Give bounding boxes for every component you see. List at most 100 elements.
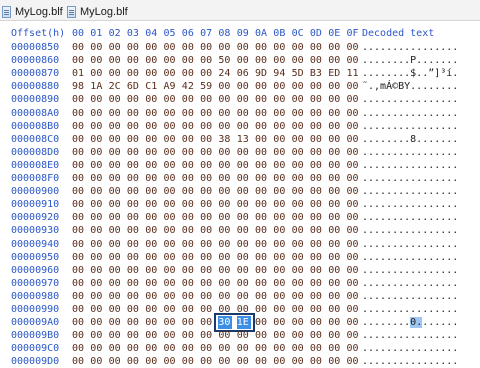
hex-byte[interactable]: 00 [127,185,141,198]
hex-byte[interactable]: 00 [145,185,159,198]
hex-byte[interactable]: 00 [292,146,306,159]
decoded-text-cell[interactable]: ................ [362,224,458,237]
decoded-text-cell[interactable]: ........P....... [362,54,458,67]
hex-byte[interactable]: 00 [109,303,123,316]
hex-byte[interactable]: 00 [164,264,178,277]
hex-byte[interactable]: 00 [292,41,306,54]
hex-byte[interactable]: 00 [72,172,86,185]
hex-byte[interactable]: 00 [218,277,232,290]
hex-byte[interactable]: 00 [72,93,86,106]
hex-byte[interactable]: 00 [145,251,159,264]
hex-byte[interactable]: 1A [90,80,104,93]
hex-byte[interactable]: 00 [328,120,342,133]
hex-byte[interactable]: 00 [310,224,324,237]
hex-byte[interactable]: 00 [127,342,141,355]
hex-byte[interactable]: 00 [164,342,178,355]
hex-byte[interactable]: 00 [310,290,324,303]
decoded-text-cell[interactable]: ................ [362,172,458,185]
hex-byte[interactable]: 00 [328,198,342,211]
hex-byte[interactable]: 00 [218,80,232,93]
hex-byte[interactable]: 00 [237,342,251,355]
hex-byte[interactable]: 00 [292,342,306,355]
hex-byte[interactable]: 00 [273,277,287,290]
hex-byte[interactable]: 42 [182,80,196,93]
hex-byte[interactable]: 00 [90,303,104,316]
hex-byte[interactable]: 06 [237,67,251,80]
hex-byte[interactable]: 00 [182,67,196,80]
hex-byte[interactable]: 00 [127,146,141,159]
hex-byte[interactable]: A9 [164,80,178,93]
hex-byte[interactable]: 38 [218,133,232,146]
hex-byte[interactable]: 00 [292,133,306,146]
hex-byte[interactable]: 00 [292,185,306,198]
hex-byte[interactable]: 00 [237,198,251,211]
hex-byte[interactable]: 00 [218,238,232,251]
hex-byte[interactable]: 00 [90,54,104,67]
hex-byte[interactable]: 00 [292,198,306,211]
hex-byte[interactable]: 00 [347,80,361,93]
hex-byte[interactable]: 00 [255,159,269,172]
hex-byte[interactable]: 00 [182,238,196,251]
hex-byte[interactable]: 00 [90,41,104,54]
hex-byte[interactable]: 00 [164,133,178,146]
decoded-text-cell[interactable]: ................ [362,264,458,277]
hex-byte[interactable]: 00 [237,329,251,342]
hex-byte[interactable]: 00 [347,146,361,159]
hex-byte[interactable]: 00 [347,277,361,290]
hex-byte[interactable]: 00 [292,316,306,329]
hex-byte[interactable]: 00 [292,172,306,185]
hex-byte[interactable]: 00 [347,107,361,120]
hex-byte[interactable]: 00 [328,342,342,355]
decoded-text-cell[interactable]: ................ [362,355,458,368]
hex-byte[interactable]: 00 [72,198,86,211]
hex-byte[interactable]: 00 [328,41,342,54]
hex-byte[interactable]: 00 [109,120,123,133]
hex-byte[interactable]: 00 [218,146,232,159]
hex-byte[interactable]: 00 [145,355,159,368]
hex-byte[interactable]: 00 [72,41,86,54]
hex-byte[interactable]: 00 [164,224,178,237]
hex-byte[interactable]: 00 [347,355,361,368]
hex-byte[interactable]: 00 [273,107,287,120]
hex-byte[interactable]: 00 [200,224,214,237]
hex-byte[interactable]: 00 [72,224,86,237]
decoded-text-cell[interactable]: ................ [362,107,458,120]
decoded-text-cell[interactable]: ................ [362,159,458,172]
hex-byte[interactable]: 00 [127,93,141,106]
decoded-text-cell[interactable]: ................ [362,290,458,303]
hex-byte[interactable]: 00 [237,211,251,224]
hex-byte[interactable]: 00 [127,316,141,329]
decoded-text-cell[interactable]: ................ [362,303,458,316]
hex-byte[interactable]: 00 [273,238,287,251]
hex-byte[interactable]: 00 [218,93,232,106]
hex-byte[interactable]: 00 [292,211,306,224]
hex-byte[interactable]: 00 [109,159,123,172]
hex-byte[interactable]: 00 [347,41,361,54]
hex-byte[interactable]: 00 [237,238,251,251]
hex-byte[interactable]: 00 [72,342,86,355]
hex-byte[interactable]: 00 [164,185,178,198]
hex-byte[interactable]: 00 [255,238,269,251]
hex-byte[interactable]: 00 [255,41,269,54]
hex-byte[interactable]: 00 [292,303,306,316]
hex-byte[interactable]: 00 [145,342,159,355]
hex-byte[interactable]: 00 [328,159,342,172]
hex-byte[interactable]: 00 [273,329,287,342]
hex-byte[interactable]: 00 [310,316,324,329]
hex-byte[interactable]: 00 [145,211,159,224]
hex-byte[interactable]: 00 [200,146,214,159]
hex-byte[interactable]: 00 [164,316,178,329]
hex-byte[interactable]: 00 [72,329,86,342]
hex-byte[interactable]: 00 [347,303,361,316]
hex-byte[interactable]: 00 [145,107,159,120]
hex-byte[interactable]: 00 [255,93,269,106]
decoded-text-cell[interactable]: ........$..”]³í. [362,67,458,80]
hex-byte[interactable]: 00 [292,80,306,93]
hex-byte[interactable]: 00 [292,355,306,368]
tab-mylog-2[interactable]: MyLog.blf [67,3,128,20]
tab-mylog-1[interactable]: MyLog.blf [2,3,63,20]
hex-byte[interactable]: 00 [237,251,251,264]
hex-byte[interactable]: 00 [109,41,123,54]
hex-byte[interactable]: 00 [255,54,269,67]
hex-byte[interactable]: 00 [310,342,324,355]
